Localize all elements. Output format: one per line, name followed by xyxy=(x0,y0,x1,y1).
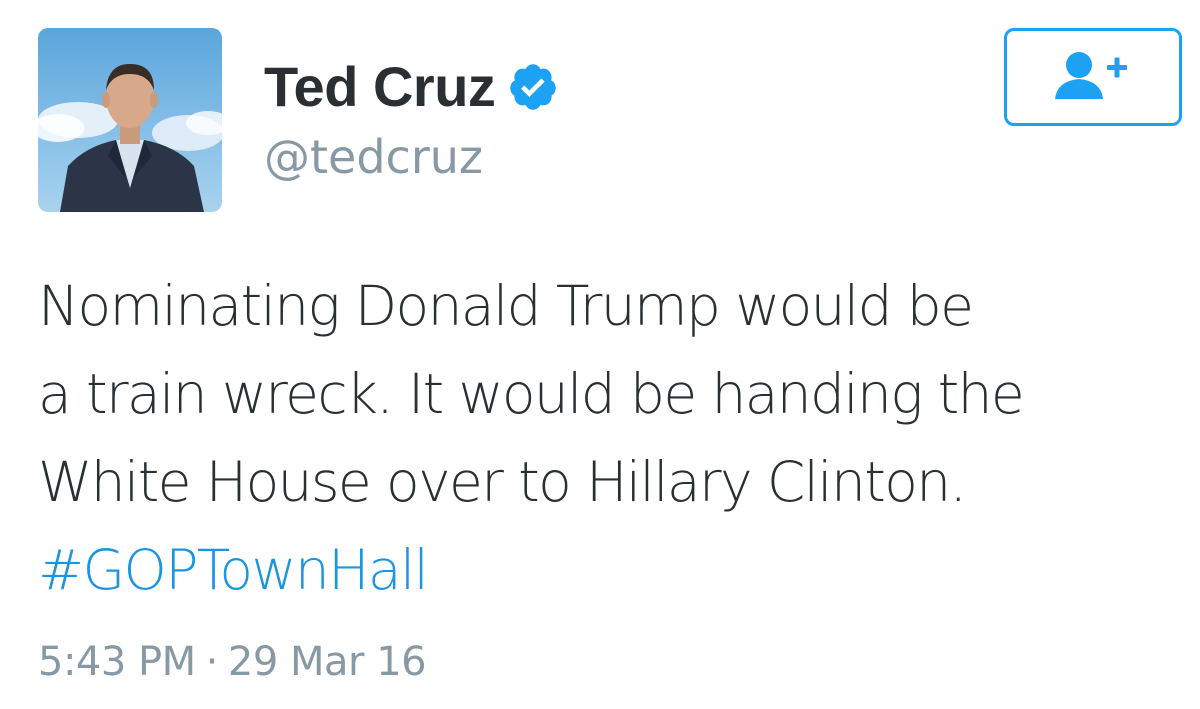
avatar-photo xyxy=(38,28,222,212)
author-handle[interactable]: @tedcruz xyxy=(264,134,483,180)
hashtag-link[interactable]: #GOPTownHall xyxy=(38,526,1188,614)
verified-badge-icon xyxy=(507,61,559,113)
tweet-date: 29 Mar 16 xyxy=(227,639,427,685)
follow-button[interactable] xyxy=(1004,28,1182,126)
tweet-text-line: White House over to Hillary Clinton. xyxy=(38,450,967,514)
author-avatar[interactable] xyxy=(38,28,222,212)
tweet-timestamp[interactable]: 5:43 PM · 29 Mar 16 xyxy=(38,639,427,685)
follow-user-icon xyxy=(1055,52,1127,99)
tweet-text-line: Nominating Donald Trump would be xyxy=(38,274,974,338)
author-display-name[interactable]: Ted Cruz xyxy=(264,59,496,115)
tweet-text-line: a train wreck. It would be handing the xyxy=(38,362,1025,426)
author-name-row: Ted Cruz xyxy=(264,52,559,122)
tweet-time: 5:43 PM xyxy=(38,639,196,685)
timestamp-separator: · xyxy=(205,639,219,685)
tweet-text: Nominating Donald Trump would be a train… xyxy=(38,262,1188,614)
